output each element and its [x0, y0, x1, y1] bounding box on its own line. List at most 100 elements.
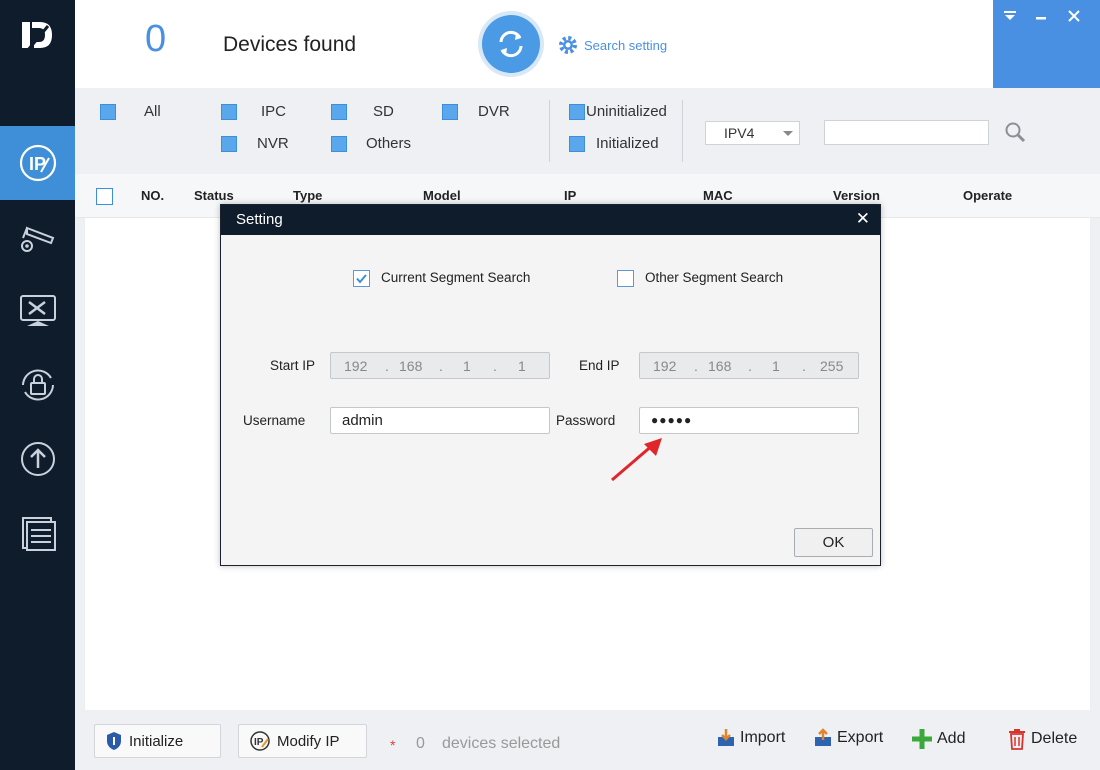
ip-dot: .: [694, 358, 698, 374]
dialog-title: Setting: [236, 211, 283, 228]
column-header[interactable]: Status: [194, 188, 234, 203]
ip-version-select[interactable]: IPV4: [705, 121, 800, 145]
end-ip-octet: 1: [772, 358, 780, 374]
filter-nvr-checkbox[interactable]: [221, 136, 237, 152]
delete-label: Delete: [1031, 730, 1078, 747]
delete-button[interactable]: Delete: [1007, 728, 1077, 750]
divider: [549, 100, 550, 162]
filter-sd-label: SD: [373, 103, 394, 120]
nav-upgrade-icon[interactable]: [0, 422, 75, 496]
filter-dvr-checkbox[interactable]: [442, 104, 458, 120]
filter-nvr-label: NVR: [257, 135, 289, 152]
ip-dot: .: [493, 358, 497, 374]
refresh-button[interactable]: [482, 15, 540, 73]
filter-uninitialized-label: Uninitialized: [586, 103, 667, 120]
ip-dot: .: [385, 358, 389, 374]
close-icon[interactable]: [1063, 8, 1085, 30]
annotation-arrow-icon: [604, 434, 668, 491]
selected-text: devices selected: [442, 735, 561, 752]
current-segment-label: Current Segment Search: [381, 270, 531, 285]
export-label: Export: [837, 729, 884, 746]
close-icon[interactable]: ✕: [856, 209, 870, 229]
import-icon: [718, 729, 734, 746]
column-header[interactable]: Version: [833, 188, 880, 203]
end-ip-label: End IP: [579, 358, 620, 373]
column-header[interactable]: Model: [423, 188, 461, 203]
filter-initialized-checkbox[interactable]: [569, 136, 585, 152]
filter-sd-checkbox[interactable]: [331, 104, 347, 120]
device-count: 0: [145, 18, 167, 60]
menu-dropdown-icon[interactable]: [999, 8, 1021, 30]
nav-ip-icon[interactable]: IP: [0, 126, 75, 200]
minimize-icon[interactable]: [1030, 8, 1052, 30]
nav-security-icon[interactable]: [0, 348, 75, 422]
start-ip-label: Start IP: [270, 358, 316, 373]
nav-camera-settings-icon[interactable]: [0, 200, 75, 274]
password-input[interactable]: ●●●●●: [639, 407, 859, 434]
initialize-button[interactable]: Initialize: [94, 724, 221, 758]
username-label: Username: [243, 413, 306, 428]
other-segment-checkbox[interactable]: [617, 270, 634, 287]
ip-dot: .: [802, 358, 806, 374]
chevron-down-icon: [783, 131, 793, 136]
filter-bar: All IPC SD DVR NVR Others Uninitialized …: [75, 88, 1100, 174]
modify-ip-button[interactable]: IP Modify IP: [238, 724, 367, 758]
start-ip-octet: 1: [518, 358, 526, 374]
initialize-label: Initialize: [129, 732, 184, 750]
export-icon: [815, 728, 831, 746]
filter-others-checkbox[interactable]: [331, 136, 347, 152]
other-segment-label: Other Segment Search: [645, 270, 784, 285]
column-header[interactable]: NO.: [141, 188, 164, 203]
search-setting-link[interactable]: Search setting: [557, 34, 667, 56]
ip-dot: .: [748, 358, 752, 374]
refresh-icon: [499, 30, 523, 58]
devices-found-label: Devices found: [223, 33, 357, 56]
filter-ipc-label: IPC: [261, 103, 287, 120]
filter-uninitialized-checkbox[interactable]: [569, 104, 585, 120]
ip-version-value: IPV4: [724, 125, 755, 141]
check-icon: [356, 274, 367, 284]
window-controls: [993, 0, 1100, 88]
shield-icon: [107, 732, 121, 750]
export-button[interactable]: Export: [813, 728, 883, 748]
nav-tools-icon[interactable]: [0, 274, 75, 348]
add-label: Add: [937, 730, 966, 747]
ip-dot: .: [439, 358, 443, 374]
filter-ipc-checkbox[interactable]: [221, 104, 237, 120]
ok-button[interactable]: OK: [794, 528, 873, 557]
select-all-checkbox[interactable]: [96, 188, 113, 205]
column-header[interactable]: Operate: [963, 188, 1012, 203]
end-ip-octet: 168: [708, 358, 732, 374]
password-label: Password: [556, 413, 616, 428]
filter-dvr-label: DVR: [478, 103, 510, 120]
end-ip-octet: 192: [653, 358, 677, 374]
username-input[interactable]: admin: [330, 407, 550, 434]
search-icon[interactable]: [1004, 121, 1026, 148]
import-button[interactable]: Import: [716, 728, 785, 748]
column-header[interactable]: IP: [564, 188, 576, 203]
column-header[interactable]: Type: [293, 188, 322, 203]
start-ip-octet: 1: [463, 358, 471, 374]
start-ip-octet: 192: [344, 358, 368, 374]
dialog-titlebar: Setting ✕: [221, 205, 880, 235]
header: 0 Devices found Search setting: [75, 0, 1100, 88]
gear-icon: [559, 36, 577, 54]
app-logo: [18, 18, 58, 54]
setting-dialog: Setting ✕ Current Segment Search Other S…: [220, 204, 881, 566]
start-ip-octet: 168: [399, 358, 423, 374]
sidebar: IP: [0, 0, 75, 770]
add-button[interactable]: Add: [911, 728, 965, 750]
divider: [682, 100, 683, 162]
end-ip-field: 192 . 168 . 1 . 255: [639, 352, 859, 379]
column-header[interactable]: MAC: [703, 188, 733, 203]
import-label: Import: [740, 729, 786, 746]
selected-count: 0: [416, 735, 425, 752]
device-search-input[interactable]: [824, 120, 989, 145]
filter-all-checkbox[interactable]: [100, 104, 116, 120]
start-ip-field: 192 . 168 . 1 . 1: [330, 352, 550, 379]
trash-icon: [1009, 729, 1025, 750]
svg-text:IP: IP: [29, 154, 46, 174]
ip-edit-icon: IP: [250, 731, 270, 751]
current-segment-checkbox[interactable]: [353, 270, 370, 287]
nav-list-icon[interactable]: [0, 496, 75, 570]
